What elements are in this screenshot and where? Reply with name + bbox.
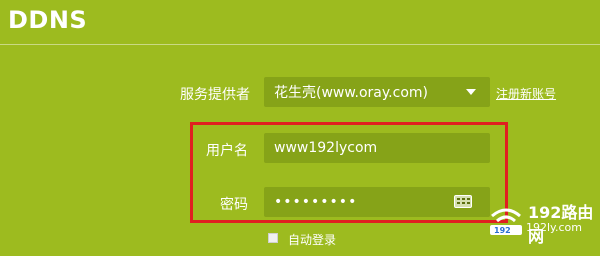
chevron-down-icon[interactable] (466, 89, 476, 95)
wifi-icon: 192 (490, 208, 522, 235)
password-input[interactable]: ••••••••• (264, 187, 490, 217)
provider-select[interactable]: 花生壳(www.oray.com) (264, 77, 490, 107)
provider-label: 服务提供者 (180, 87, 250, 103)
password-value: ••••••••• (274, 194, 358, 210)
svg-text:192: 192 (494, 226, 511, 235)
keyboard-icon[interactable] (454, 195, 472, 208)
auto-login-label[interactable]: 自动登录 (288, 231, 336, 248)
password-label: 密码 (220, 197, 248, 213)
page-title: DDNS (8, 6, 88, 34)
register-account-link[interactable]: 注册新账号 (496, 85, 556, 102)
watermark-bottom-text: 192ly.com (526, 221, 582, 234)
title-divider (0, 44, 600, 45)
auto-login-checkbox[interactable] (268, 233, 278, 243)
username-label: 用户名 (206, 143, 248, 159)
site-watermark: 192 192路由网 192ly.com (486, 198, 600, 246)
username-value: www192lycom (274, 140, 378, 156)
provider-value: 花生壳(www.oray.com) (274, 85, 428, 101)
username-input[interactable]: www192lycom (264, 133, 490, 163)
